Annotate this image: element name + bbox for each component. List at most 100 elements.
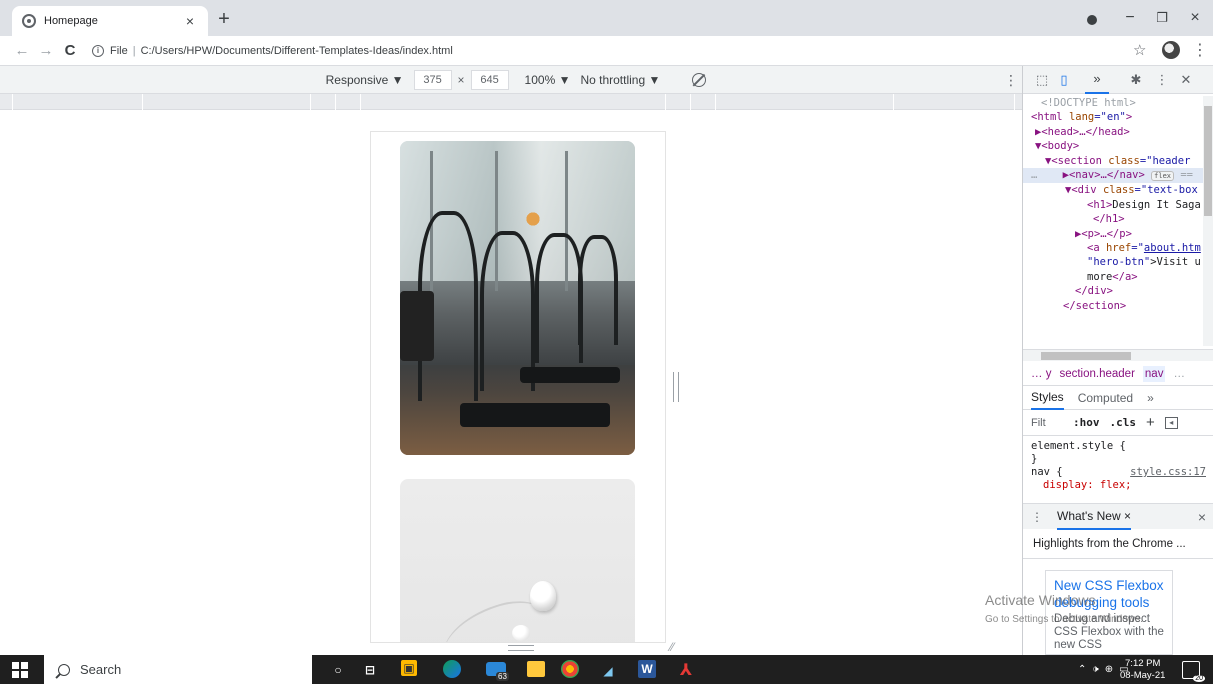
throttling-select[interactable]: No throttling ▼	[580, 73, 660, 87]
tab-close-icon[interactable]: ×	[182, 13, 198, 29]
styles-more-tabs[interactable]: »	[1147, 391, 1154, 405]
whats-new-heading: Highlights from the Chrome ...	[1023, 529, 1213, 559]
file-explorer-icon[interactable]	[527, 661, 545, 677]
clock-time: 7:12 PM	[1125, 658, 1161, 669]
activate-windows-subtitle: Go to Settings to activate Windows.	[985, 614, 1143, 625]
resize-handle-bottom[interactable]	[508, 645, 534, 651]
minimize-button[interactable]: −	[1118, 6, 1142, 30]
dom-line[interactable]: </div>	[1023, 284, 1213, 298]
resize-handle-corner[interactable]: ⁄⁄	[670, 640, 674, 654]
tab-whats-new[interactable]: What's New ×	[1057, 504, 1131, 530]
avatar[interactable]	[1162, 41, 1180, 59]
earphones-photo	[400, 479, 635, 642]
viewport-height-input[interactable]: 645	[470, 69, 509, 90]
device-toolbar-menu-icon[interactable]: ⋮	[1004, 72, 1018, 89]
dom-line[interactable]: </section>	[1023, 299, 1213, 313]
gym-treadmills-photo	[400, 141, 635, 455]
profile-indicator-icon[interactable]	[1087, 15, 1097, 25]
reload-button[interactable]: C	[58, 42, 82, 59]
dom-line[interactable]: <a href="about.htm	[1023, 241, 1213, 255]
cortana-icon[interactable]: ○	[328, 660, 348, 680]
breadcrumb-section[interactable]: section.header	[1059, 368, 1134, 380]
dom-line[interactable]: ▼<body>	[1023, 139, 1213, 153]
horizontal-scrollbar[interactable]	[1023, 349, 1213, 361]
rule-source-link[interactable]: style.css:17	[1130, 466, 1206, 479]
taskbar-clock[interactable]: 7:12 PM 08-May-21	[1120, 658, 1165, 682]
back-button[interactable]: ←	[10, 42, 34, 59]
tab-styles[interactable]: Styles	[1031, 386, 1064, 410]
more-panels-button[interactable]: »	[1085, 66, 1109, 94]
toggle-sidebar-icon[interactable]: ◂	[1164, 416, 1178, 429]
volume-icon[interactable]: 🕩	[1092, 664, 1098, 675]
zoom-select[interactable]: 100% ▼	[525, 73, 571, 87]
dom-line[interactable]: "hero-btn">Visit u	[1023, 255, 1213, 269]
tray-chevron-icon[interactable]: ⌃	[1078, 664, 1086, 675]
close-window-button[interactable]: ×	[1183, 6, 1207, 30]
nav-display-prop[interactable]: display: flex;	[1031, 479, 1206, 492]
edge-icon[interactable]	[443, 660, 461, 678]
cls-toggle[interactable]: .cls	[1110, 416, 1137, 429]
browser-toolbar: ← → C i File | C:/Users/HPW/Documents/Di…	[0, 36, 1213, 66]
element-style-rule[interactable]: element.style {	[1031, 440, 1206, 453]
resize-handle-right[interactable]	[673, 372, 679, 402]
styles-rules: element.style { } nav {style.css:17 disp…	[1023, 436, 1213, 504]
dom-line[interactable]: <h1>Design It Saga	[1023, 198, 1213, 212]
bookmark-star-icon[interactable]: ☆	[1133, 41, 1146, 59]
info-icon[interactable]: i	[92, 44, 104, 57]
forward-button[interactable]: →	[34, 42, 58, 59]
device-mode-select[interactable]: Responsive ▼	[326, 73, 404, 87]
windows-start-icon[interactable]	[12, 661, 32, 678]
breadcrumb-trail: …	[1173, 367, 1185, 380]
chrome-icon[interactable]	[561, 660, 579, 678]
store-icon[interactable]: ▣	[401, 660, 417, 676]
whats-new-card[interactable]: New CSS Flexbox debugging tools Debug an…	[1045, 570, 1173, 655]
address-bar[interactable]: i File | C:/Users/HPW/Documents/Differen…	[92, 44, 453, 57]
dom-line[interactable]: ▼<section class="header	[1023, 154, 1213, 168]
breadcrumb-lead[interactable]: … y	[1031, 368, 1051, 380]
settings-gear-icon[interactable]: ✱	[1125, 72, 1147, 88]
browser-menu-icon[interactable]: ⋮	[1192, 40, 1208, 60]
taskbar-search[interactable]: Search	[44, 655, 312, 684]
hov-toggle[interactable]: :hov	[1073, 416, 1100, 429]
rule-close: }	[1031, 453, 1038, 465]
dom-line[interactable]: </h1>	[1023, 212, 1213, 226]
search-icon	[58, 663, 70, 676]
drawer-menu-icon[interactable]: ⋮	[1031, 510, 1043, 524]
devtools-close-icon[interactable]: ✕	[1175, 72, 1197, 88]
nav-rule[interactable]: nav {style.css:17	[1031, 466, 1206, 479]
tab-computed[interactable]: Computed	[1078, 391, 1133, 405]
inspect-element-icon[interactable]: ⬚	[1031, 72, 1053, 88]
word-icon[interactable]: W	[638, 660, 656, 678]
dom-line[interactable]: ▶<p>…</p>	[1023, 227, 1213, 241]
dom-line[interactable]: more</a>	[1023, 270, 1213, 284]
viewport-width-input[interactable]: 375	[413, 69, 452, 90]
mail-badge: 63	[496, 672, 509, 681]
device-toggle-icon[interactable]: ▯	[1053, 72, 1075, 88]
rotate-icon[interactable]	[692, 72, 707, 87]
browser-tab[interactable]: Homepage ×	[12, 6, 208, 36]
new-tab-button[interactable]: +	[214, 8, 234, 31]
media-query-ruler[interactable]	[0, 94, 1022, 110]
network-icon[interactable]: ⊕	[1105, 664, 1113, 675]
dom-line[interactable]: ▼<div class="text-box	[1023, 183, 1213, 197]
dom-line[interactable]: <!DOCTYPE html>	[1023, 96, 1213, 110]
dom-line[interactable]: <html lang="en">	[1023, 110, 1213, 124]
device-toolbar: Responsive ▼ 375 × 645 100% ▼ No throttl…	[0, 66, 1022, 94]
new-rule-button[interactable]: +	[1146, 414, 1155, 431]
taskbar-search-label: Search	[80, 662, 122, 677]
snip-icon[interactable]: ◢	[598, 661, 618, 681]
address-path[interactable]: C:/Users/HPW/Documents/Different-Templat…	[141, 45, 453, 57]
devtools-toolbar: ⬚ ▯ » ✱ ⋮ ✕	[1023, 66, 1213, 94]
acrobat-icon[interactable]: ⅄	[676, 660, 696, 680]
restore-button[interactable]: ❐	[1150, 6, 1174, 30]
dom-line-selected[interactable]: … ▶<nav>…</nav> flex ==	[1023, 168, 1213, 184]
styles-filter-input[interactable]: Filt	[1031, 417, 1063, 429]
breadcrumb-nav[interactable]: nav	[1142, 365, 1166, 382]
dom-line[interactable]: ▶<head>…</head>	[1023, 125, 1213, 139]
task-view-icon[interactable]: ⊟	[360, 660, 380, 680]
elements-vertical-scrollbar[interactable]	[1203, 96, 1213, 346]
drawer-close-icon[interactable]: ×	[1198, 509, 1206, 525]
devtools-menu-icon[interactable]: ⋮	[1151, 72, 1173, 88]
emulated-viewport-area	[0, 110, 1022, 655]
notification-center-icon[interactable]: 20	[1182, 661, 1205, 682]
